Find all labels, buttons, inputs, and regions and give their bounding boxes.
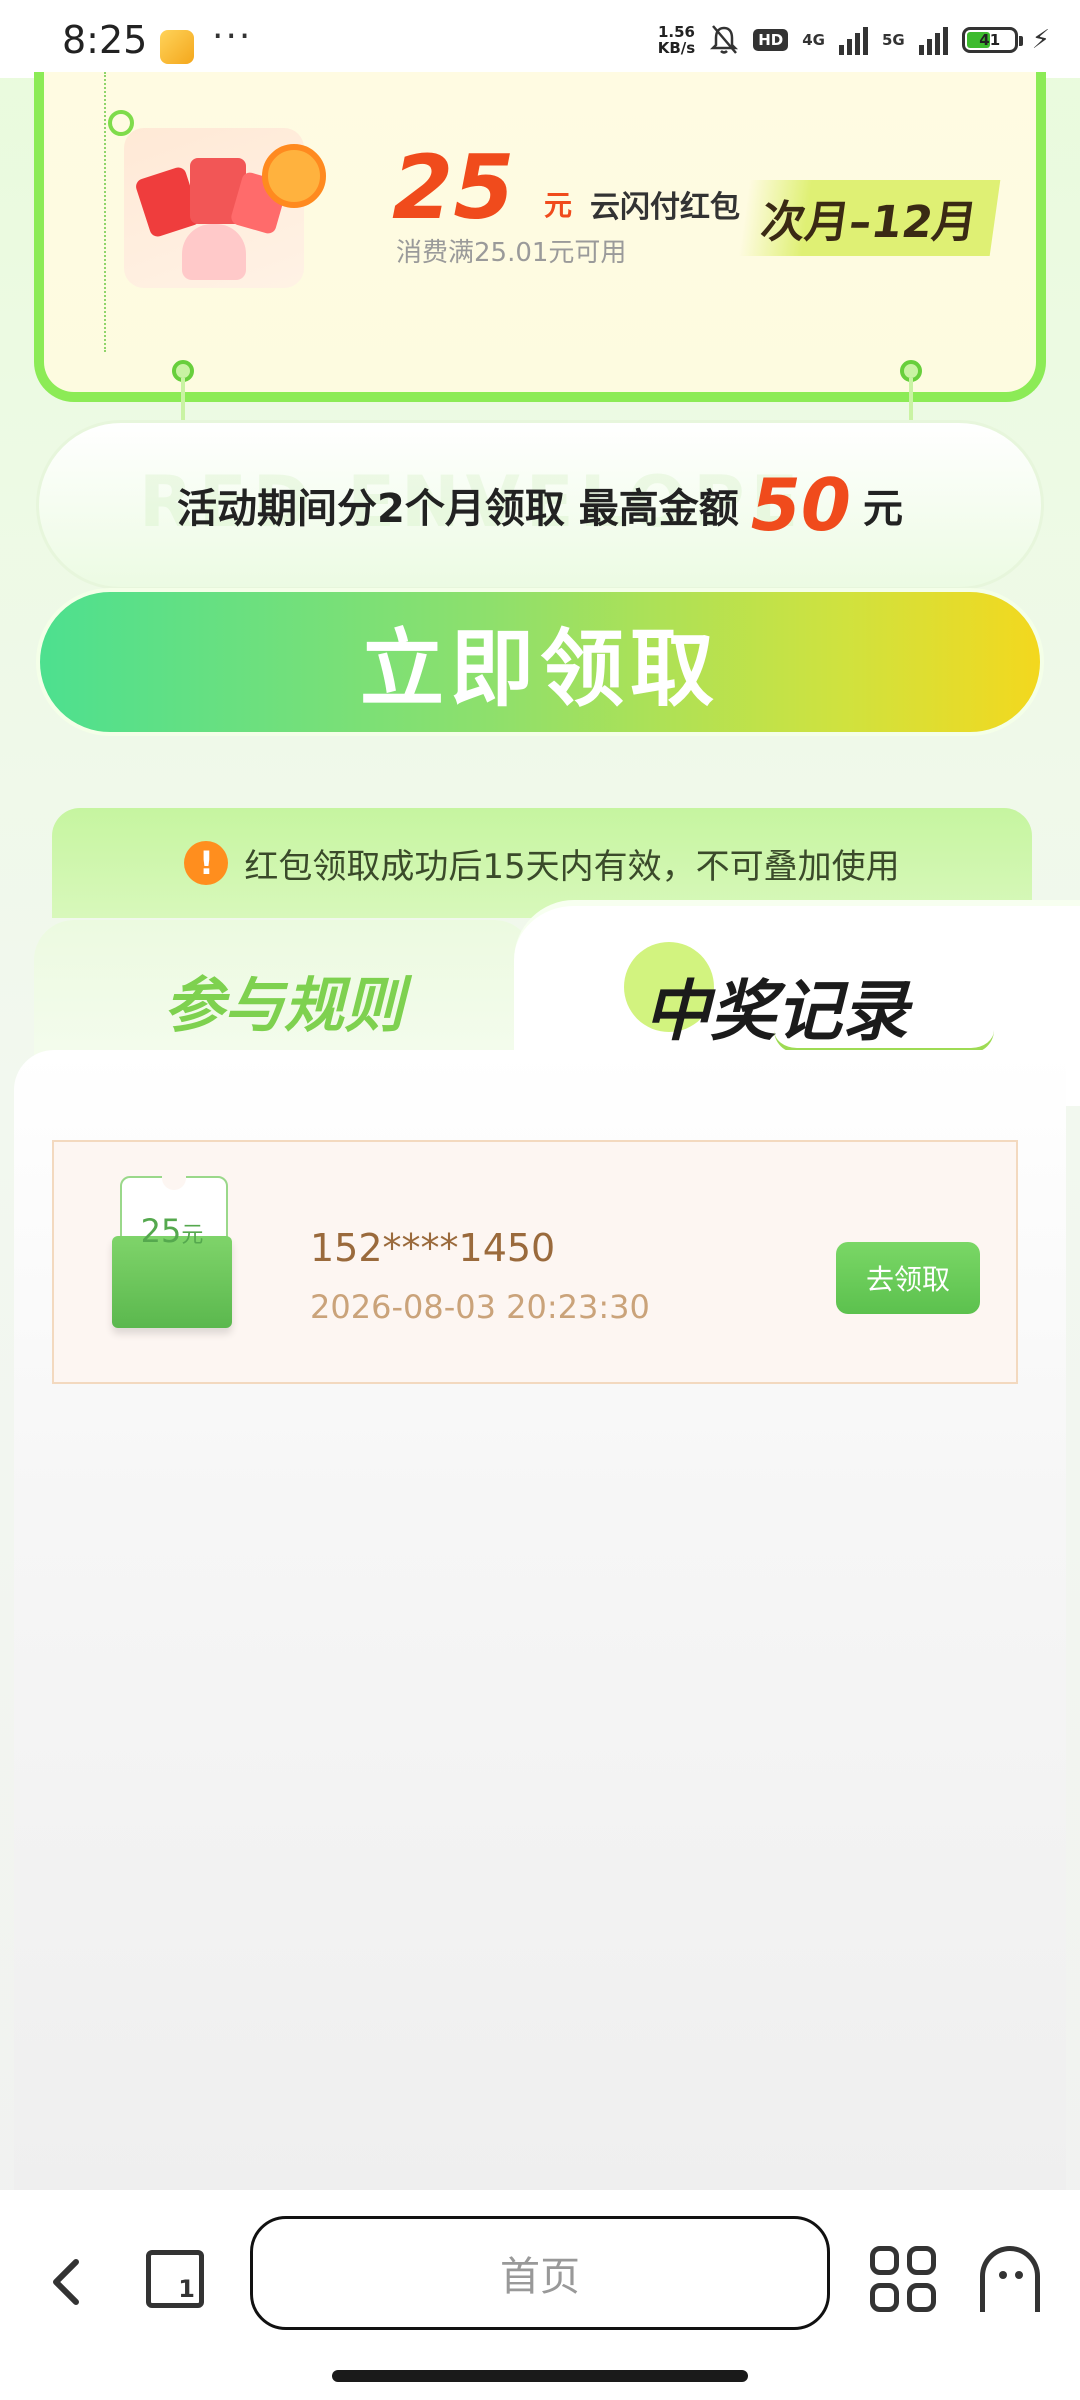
record-amount: 25元 (140, 1212, 204, 1250)
records-panel: 25元 152****1450 2026-08-03 20:23:30 去领取 (14, 1050, 1066, 2190)
signal-4g-icon (838, 25, 868, 55)
notification-app-icon (160, 30, 194, 64)
coupon-name: 云闪付红包 (590, 190, 740, 225)
red-envelope-illustration (124, 128, 326, 288)
network-4g-label: 4G (802, 31, 825, 49)
activity-info: RED ENVELOPE 活动期间分2个月领取 最高金额 50 元 (36, 420, 1044, 590)
apps-grid-icon[interactable] (870, 2246, 936, 2312)
tabs-switcher-icon[interactable]: 1 (146, 2250, 204, 2308)
browser-toolbar: 1 首页 (0, 2190, 1080, 2400)
record-item: 25元 152****1450 2026-08-03 20:23:30 去领取 (52, 1140, 1018, 1384)
battery-level: 41 (979, 31, 1001, 49)
charging-icon: ⚡ (1031, 25, 1050, 55)
back-arrow-icon[interactable] (46, 2254, 90, 2310)
record-time: 2026-08-03 20:23:30 (310, 1288, 650, 1326)
claim-now-button[interactable]: 立即领取 (36, 588, 1044, 736)
envelope-coupon-icon: 25元 (112, 1176, 232, 1328)
tab-count: 1 (178, 2275, 195, 2303)
clock-icon (262, 144, 326, 208)
status-indicators: 1.56 KB/s HD 4G 5G 41 ⚡ (658, 20, 1050, 60)
record-phone: 152****1450 (310, 1226, 556, 1270)
home-indicator[interactable] (332, 2370, 748, 2382)
ghost-menu-icon[interactable] (980, 2246, 1040, 2312)
battery-icon: 41 (961, 27, 1023, 53)
max-amount-unit: 元 (862, 486, 903, 532)
warning-icon: ! (184, 841, 229, 885)
status-time: 8:25 (62, 18, 148, 62)
status-bar: 8:25 ··· 1.56 KB/s HD 4G 5G 41 ⚡ (0, 0, 1080, 78)
mute-bell-icon (710, 25, 739, 54)
network-speed: 1.56 KB/s (657, 23, 696, 57)
go-claim-button[interactable]: 去领取 (836, 1242, 980, 1314)
coupon-amount: 25 (392, 136, 515, 239)
coupon-period: 次月–12月 (738, 180, 1001, 256)
notice-text: 红包领取成功后15天内有效，不可叠加使用 (244, 846, 900, 887)
more-notifications-icon: ··· (212, 16, 253, 57)
coupon-unit: 元 (544, 189, 573, 222)
signal-5g-icon (918, 25, 948, 55)
network-5g-label: 5G (881, 31, 905, 49)
coupon-condition: 消费满25.01元可用 (396, 238, 627, 268)
hd-voice-icon: HD (753, 29, 789, 51)
activity-info-text: 活动期间分2个月领取 最高金额 (177, 486, 739, 532)
address-bar[interactable]: 首页 (250, 2216, 830, 2330)
coupon-card: 25 元 云闪付红包 消费满25.01元可用 次月–12月 (34, 72, 1046, 402)
max-amount: 50 (750, 463, 851, 547)
